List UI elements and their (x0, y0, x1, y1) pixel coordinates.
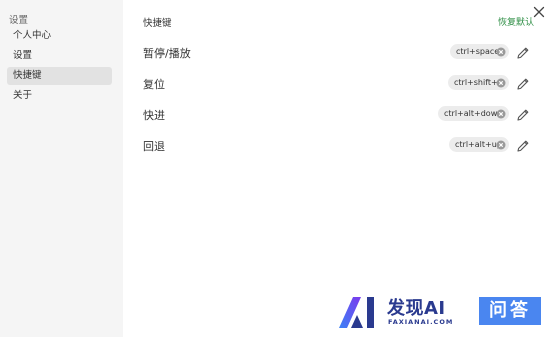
watermark-logo-icon (339, 297, 374, 328)
edit-shortcut-button[interactable] (516, 138, 530, 152)
edit-shortcut-button[interactable] (516, 107, 530, 121)
clear-circle-icon[interactable] (496, 109, 506, 119)
shortcut-key-chip[interactable]: ctrl+space (450, 44, 509, 59)
sidebar: 设置 个人中心 设置 快捷键 关于 (0, 0, 123, 337)
edit-shortcut-button[interactable] (516, 45, 530, 59)
sidebar-item-shortcuts[interactable]: 快捷键 (7, 67, 112, 85)
sidebar-item-settings[interactable]: 设置 (7, 47, 112, 65)
shortcut-label-reset: 复位 (143, 78, 165, 91)
close-button[interactable] (531, 4, 547, 20)
shortcut-keys: ctrl+space (456, 47, 500, 56)
reset-defaults-link[interactable]: 恢复默认 (498, 15, 534, 28)
shortcut-label-rewind: 回退 (143, 140, 165, 153)
shortcut-keys: ctrl+alt+up (455, 140, 502, 149)
shortcut-key-chip[interactable]: ctrl+shift+r (448, 75, 509, 90)
clear-circle-icon[interactable] (496, 47, 506, 57)
pencil-icon (517, 47, 529, 59)
watermark: 发现AI FAXIANAI.COM 问答 (337, 292, 551, 332)
watermark-badge: 问答 (479, 297, 541, 325)
shortcut-label-play-pause: 暂停/播放 (143, 47, 191, 60)
pencil-icon (517, 140, 529, 152)
shortcut-label-fast-forward: 快进 (143, 109, 165, 122)
shortcut-keys: ctrl+shift+r (454, 78, 502, 87)
watermark-domain: FAXIANAI.COM (388, 318, 454, 326)
close-icon (533, 6, 545, 18)
pencil-icon (517, 78, 529, 90)
sidebar-title: 设置 (9, 15, 29, 26)
shortcut-key-chip[interactable]: ctrl+alt+down (438, 106, 509, 121)
shortcut-key-chip[interactable]: ctrl+alt+up (449, 137, 509, 152)
edit-shortcut-button[interactable] (516, 76, 530, 90)
clear-circle-icon[interactable] (496, 140, 506, 150)
sidebar-item-about[interactable]: 关于 (7, 87, 112, 105)
watermark-name: 发现AI (387, 298, 446, 319)
page-title: 快捷键 (143, 18, 172, 29)
sidebar-item-profile[interactable]: 个人中心 (7, 27, 112, 45)
clear-circle-icon[interactable] (496, 78, 506, 88)
shortcut-keys: ctrl+alt+down (444, 109, 503, 118)
pencil-icon (517, 109, 529, 121)
